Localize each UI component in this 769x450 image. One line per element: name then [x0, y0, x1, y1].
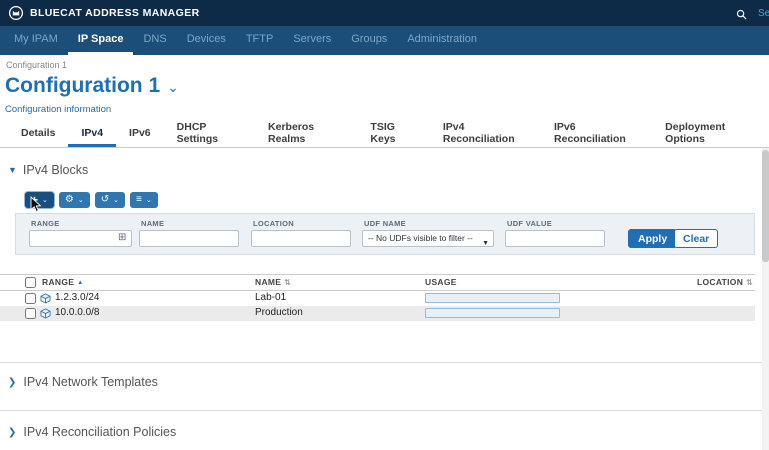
tab-ipv4[interactable]: IPv4 [68, 121, 116, 147]
name-cell: Production [255, 307, 303, 318]
title-chevron-down-icon[interactable]: ⌄ [167, 79, 179, 95]
table-row: 10.0.0.0/8 Production [0, 306, 755, 321]
tab-deployment-options[interactable]: Deployment Options [652, 121, 769, 147]
nav-item-groups[interactable]: Groups [341, 26, 397, 55]
column-header-location[interactable]: LOCATION⇅ [697, 277, 753, 287]
apply-button[interactable]: Apply [628, 229, 677, 248]
udf-name-selected-value: -- No UDFs visible to filter -- [368, 233, 473, 243]
udf-value-filter-label: UDF VALUE [507, 219, 552, 228]
clear-button[interactable]: Clear [674, 229, 718, 248]
location-filter-input[interactable] [251, 230, 351, 247]
section-title: IPv4 Blocks [23, 163, 88, 177]
name-filter-input[interactable] [139, 230, 239, 247]
ipv4-block-cube-icon [40, 293, 51, 307]
nav-item-my-ipam[interactable]: My IPAM [4, 26, 68, 55]
range-link[interactable]: 1.2.3.0/24 [55, 292, 99, 303]
location-filter-label: LOCATION [253, 219, 294, 228]
vertical-scrollbar[interactable] [762, 148, 769, 450]
chevron-down-icon: ▼ [8, 165, 17, 175]
column-header-range[interactable]: RANGE▲ [42, 277, 83, 287]
udf-name-select[interactable]: -- No UDFs visible to filter -- ▼ [362, 230, 494, 247]
blocks-toolbar: + ⌄ ⚙ ⌄ ↺ ⌄ ≡ ⌄ [25, 192, 158, 208]
name-filter-label: NAME [141, 219, 164, 228]
actions-gear-button[interactable]: ⚙ ⌄ [59, 192, 90, 208]
search-link[interactable]: Se [758, 8, 769, 19]
sort-ascending-icon: ▲ [77, 280, 83, 286]
bluecat-logo-icon [8, 5, 24, 21]
sort-both-icon: ⇅ [284, 278, 291, 287]
menu-icon: ≡ [136, 195, 142, 205]
nav-item-dns[interactable]: DNS [133, 26, 176, 55]
tab-kerberos-realms[interactable]: Kerberos Realms [255, 121, 357, 147]
tab-ipv6-reconciliation[interactable]: IPv6 Reconciliation [541, 121, 652, 147]
column-header-range-label: RANGE [42, 277, 74, 287]
usage-bar [425, 293, 560, 303]
usage-bar [425, 308, 560, 318]
view-menu-button[interactable]: ≡ ⌄ [130, 192, 158, 208]
app-title: BLUECAT ADDRESS MANAGER [30, 7, 200, 19]
blocks-table-header: RANGE▲ NAME⇅ USAGE LOCATION⇅ [0, 274, 755, 291]
chevron-right-icon: ❯ [8, 427, 16, 438]
tab-ipv6[interactable]: IPv6 [116, 121, 164, 147]
nav-item-ip-space[interactable]: IP Space [68, 26, 134, 55]
section-ipv4-reconciliation-policies-header[interactable]: ❯ IPv4 Reconciliation Policies [8, 425, 176, 439]
udf-value-filter-input[interactable] [505, 230, 605, 247]
page-title-text: Configuration 1 [5, 74, 160, 97]
chevron-down-icon: ⌄ [78, 197, 84, 204]
breadcrumb[interactable]: Configuration 1 [6, 60, 67, 70]
row-checkbox[interactable] [25, 308, 36, 319]
chevron-right-icon: ❯ [8, 377, 16, 388]
chevron-down-icon: ⌄ [146, 197, 152, 204]
tab-ipv4-reconciliation[interactable]: IPv4 Reconciliation [430, 121, 541, 147]
add-block-button[interactable]: + ⌄ [25, 192, 54, 208]
history-undo-button[interactable]: ↺ ⌄ [95, 192, 125, 208]
scrollbar-thumb[interactable] [762, 150, 769, 262]
top-bar: BLUECAT ADDRESS MANAGER Se [0, 0, 769, 26]
name-cell: Lab-01 [255, 292, 286, 303]
section-divider [0, 410, 769, 411]
udf-name-filter-label: UDF NAME [364, 219, 406, 228]
section-title: IPv4 Reconciliation Policies [23, 425, 176, 439]
tab-dhcp-settings[interactable]: DHCP Settings [164, 121, 255, 147]
gear-icon: ⚙ [65, 195, 74, 205]
select-all-checkbox[interactable] [25, 277, 36, 288]
undo-icon: ↺ [101, 195, 109, 205]
row-checkbox[interactable] [25, 293, 36, 304]
plus-icon: + [31, 194, 38, 206]
nav-item-devices[interactable]: Devices [177, 26, 236, 55]
search-icon[interactable] [736, 7, 747, 25]
column-header-location-label: LOCATION [697, 277, 743, 287]
section-ipv4-blocks-header[interactable]: ▼ IPv4 Blocks [8, 163, 88, 177]
tab-bar: Details IPv4 IPv6 DHCP Settings Kerberos… [0, 121, 769, 148]
bluecat-address-manager-page: BLUECAT ADDRESS MANAGER Se My IPAM IP Sp… [0, 0, 769, 450]
tab-details[interactable]: Details [8, 121, 68, 147]
column-header-usage: USAGE [425, 277, 457, 287]
range-filter-input[interactable] [29, 230, 132, 247]
nav-item-tftp[interactable]: TFTP [236, 26, 284, 55]
ipv4-block-cube-icon [40, 308, 51, 322]
sort-both-icon: ⇅ [746, 278, 753, 287]
range-filter-label: RANGE [31, 219, 60, 228]
section-ipv4-network-templates-header[interactable]: ❯ IPv4 Network Templates [8, 375, 158, 389]
section-title: IPv4 Network Templates [23, 375, 158, 389]
nav-item-administration[interactable]: Administration [397, 26, 487, 55]
column-header-usage-label: USAGE [425, 277, 457, 287]
main-nav: My IPAM IP Space DNS Devices TFTP Server… [0, 26, 769, 55]
select-caret-icon: ▼ [482, 236, 489, 247]
column-header-name[interactable]: NAME⇅ [255, 277, 291, 287]
ip-picker-grid-icon[interactable]: ⊞ [118, 233, 126, 243]
configuration-information-link[interactable]: Configuration information [5, 104, 111, 115]
nav-item-servers[interactable]: Servers [283, 26, 341, 55]
blocks-filter-panel: RANGE ⊞ NAME LOCATION UDF NAME -- No UDF… [15, 213, 755, 255]
table-row: 1.2.3.0/24 Lab-01 [0, 291, 755, 306]
chevron-down-icon: ⌄ [42, 197, 48, 204]
page-title: Configuration 1 ⌄ [5, 74, 179, 98]
section-divider [0, 362, 769, 363]
column-header-name-label: NAME [255, 277, 281, 287]
tab-tsig-keys[interactable]: TSIG Keys [357, 121, 429, 147]
chevron-down-icon: ⌄ [113, 197, 119, 204]
range-link[interactable]: 10.0.0.0/8 [55, 307, 99, 318]
